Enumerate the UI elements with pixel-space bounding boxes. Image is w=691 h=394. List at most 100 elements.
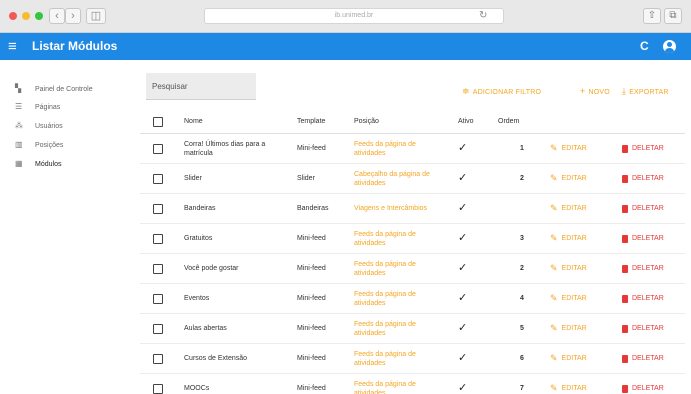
module-position-link[interactable]: Feeds da página de atividades [354, 344, 439, 373]
edit-button[interactable]: ✎ EDITAR [550, 374, 605, 394]
row-checkbox[interactable] [153, 323, 163, 334]
edit-label: EDITAR [561, 355, 587, 362]
refresh-icon[interactable]: C [640, 38, 649, 55]
module-position-link[interactable]: Feeds da página de atividades [354, 374, 439, 394]
column-header-active[interactable]: Ativo [458, 110, 478, 133]
table-row[interactable]: Eventos Mini-feed Feeds da página de ativi… [140, 284, 685, 314]
row-checkbox[interactable] [153, 383, 163, 394]
module-name: Você pode gostar [184, 265, 239, 272]
edit-button[interactable]: ✎ EDITAR [550, 194, 605, 223]
delete-button[interactable]: DELETAR [622, 284, 682, 313]
delete-button[interactable]: DELETAR [622, 254, 682, 283]
pencil-icon: ✎ [550, 173, 558, 183]
edit-button[interactable]: ✎ EDITAR [550, 284, 605, 313]
module-order: 7 [520, 385, 524, 392]
module-name: Slider [184, 175, 202, 182]
module-template: Mini-feed [297, 325, 326, 332]
row-checkbox[interactable] [153, 143, 163, 154]
search-input[interactable]: Pesquisar [146, 73, 256, 100]
sidebar-item-modules[interactable]: ▦ Módulos [15, 155, 135, 173]
module-template: Mini-feed [297, 265, 326, 272]
delete-button[interactable]: DELETAR [622, 134, 682, 163]
check-icon: ✓ [458, 262, 468, 274]
address-bar[interactable]: ib.unimed.br [204, 8, 504, 24]
table-row[interactable]: Você pode gostar Mini-feed Feeds da página… [140, 254, 685, 284]
delete-label: DELETAR [632, 385, 664, 392]
module-order: 6 [520, 355, 524, 362]
edit-button[interactable]: ✎ EDITAR [550, 254, 605, 283]
export-button[interactable]: ⤓ EXPORTAR [622, 86, 669, 98]
export-label: EXPORTAR [629, 89, 669, 96]
tabs-icon[interactable]: ⧉ [664, 8, 682, 24]
edit-button[interactable]: ✎ EDITAR [550, 344, 605, 373]
row-checkbox[interactable] [153, 263, 163, 274]
row-checkbox[interactable] [153, 173, 163, 184]
row-checkbox[interactable] [153, 293, 163, 304]
table-row[interactable]: Corra! Últimos dias para a matrícula Mini… [140, 134, 685, 164]
edit-button[interactable]: ✎ EDITAR [550, 134, 605, 163]
table-row[interactable]: Aulas abertas Mini-feed Feeds da página de… [140, 314, 685, 344]
minimize-window-button[interactable] [22, 12, 30, 20]
module-position-link[interactable]: Feeds da página de atividades [354, 224, 439, 253]
new-label: NOVO [588, 89, 610, 96]
delete-button[interactable]: DELETAR [622, 374, 682, 394]
delete-label: DELETAR [632, 145, 664, 152]
edit-label: EDITAR [561, 205, 587, 212]
delete-button[interactable]: DELETAR [622, 194, 682, 223]
new-button[interactable]: + NOVO [580, 86, 610, 98]
column-header-name[interactable]: Nome [184, 110, 292, 133]
forward-button[interactable]: › [65, 8, 81, 24]
close-window-button[interactable] [9, 12, 17, 20]
add-filter-button[interactable]: ≑ ADICIONAR FILTRO [462, 86, 541, 98]
sidebar-item-dashboard[interactable]: ▚ Painel de Controle [15, 80, 135, 98]
pencil-icon: ✎ [550, 293, 558, 303]
module-position-link[interactable]: Cabeçalho da página de atividades [354, 164, 439, 193]
row-checkbox[interactable] [153, 233, 163, 244]
module-position-link[interactable]: Feeds da página de atividades [354, 284, 439, 313]
sidebar-toggle-icon[interactable]: ◫ [86, 8, 106, 24]
order-cell: 5 [498, 314, 528, 343]
check-icon: ✓ [458, 202, 468, 214]
delete-label: DELETAR [632, 325, 664, 332]
account-icon[interactable] [663, 40, 676, 53]
edit-button[interactable]: ✎ EDITAR [550, 314, 605, 343]
edit-button[interactable]: ✎ EDITAR [550, 224, 605, 253]
table-row[interactable]: MOOCs Mini-feed Feeds da página de ativida… [140, 374, 685, 394]
column-header-position[interactable]: Posição [354, 110, 439, 133]
table-row[interactable]: Cursos de Extensão Mini-feed Feeds da pági… [140, 344, 685, 374]
order-cell: 6 [498, 344, 528, 373]
module-template: Mini-feed [297, 235, 326, 242]
column-header-order[interactable]: Ordem [498, 110, 528, 133]
share-icon[interactable]: ⇧ [643, 8, 661, 24]
delete-button[interactable]: DELETAR [622, 314, 682, 343]
delete-button[interactable]: DELETAR [622, 164, 682, 193]
menu-icon[interactable]: ≡ [8, 38, 17, 55]
trash-icon [622, 144, 628, 153]
trash-icon [622, 324, 628, 333]
module-position-link[interactable]: Feeds da página de atividades [354, 254, 439, 283]
row-checkbox[interactable] [153, 203, 163, 214]
edit-button[interactable]: ✎ EDITAR [550, 164, 605, 193]
sidebar-item-positions[interactable]: ▥ Posições [15, 136, 135, 154]
module-position-link[interactable]: Feeds da página de atividades [354, 134, 439, 163]
module-position-link[interactable]: Feeds da página de atividades [354, 314, 439, 343]
table-row[interactable]: Bandeiras Bandeiras Viagens e Intercâmbios… [140, 194, 685, 224]
sidebar-item-users[interactable]: ⁂ Usuários [15, 117, 135, 135]
select-all-checkbox[interactable] [153, 116, 163, 127]
delete-button[interactable]: DELETAR [622, 344, 682, 373]
module-name: Bandeiras [184, 205, 216, 212]
module-template: Mini-feed [297, 355, 326, 362]
module-position-link[interactable]: Viagens e Intercâmbios [354, 194, 439, 223]
row-checkbox[interactable] [153, 353, 163, 364]
sidebar-item-pages[interactable]: ☰ Páginas [15, 98, 135, 116]
reload-icon[interactable]: ↻ [479, 8, 487, 24]
pencil-icon: ✎ [550, 263, 558, 273]
table-row[interactable]: Gratuitos Mini-feed Feeds da página de ati… [140, 224, 685, 254]
table-row[interactable]: Slider Slider Cabeçalho da página de ativi… [140, 164, 685, 194]
back-button[interactable]: ‹ [49, 8, 65, 24]
plus-icon: + [580, 86, 586, 96]
column-header-template[interactable]: Template [297, 110, 352, 133]
delete-button[interactable]: DELETAR [622, 224, 682, 253]
check-icon: ✓ [458, 292, 468, 304]
maximize-window-button[interactable] [35, 12, 43, 20]
